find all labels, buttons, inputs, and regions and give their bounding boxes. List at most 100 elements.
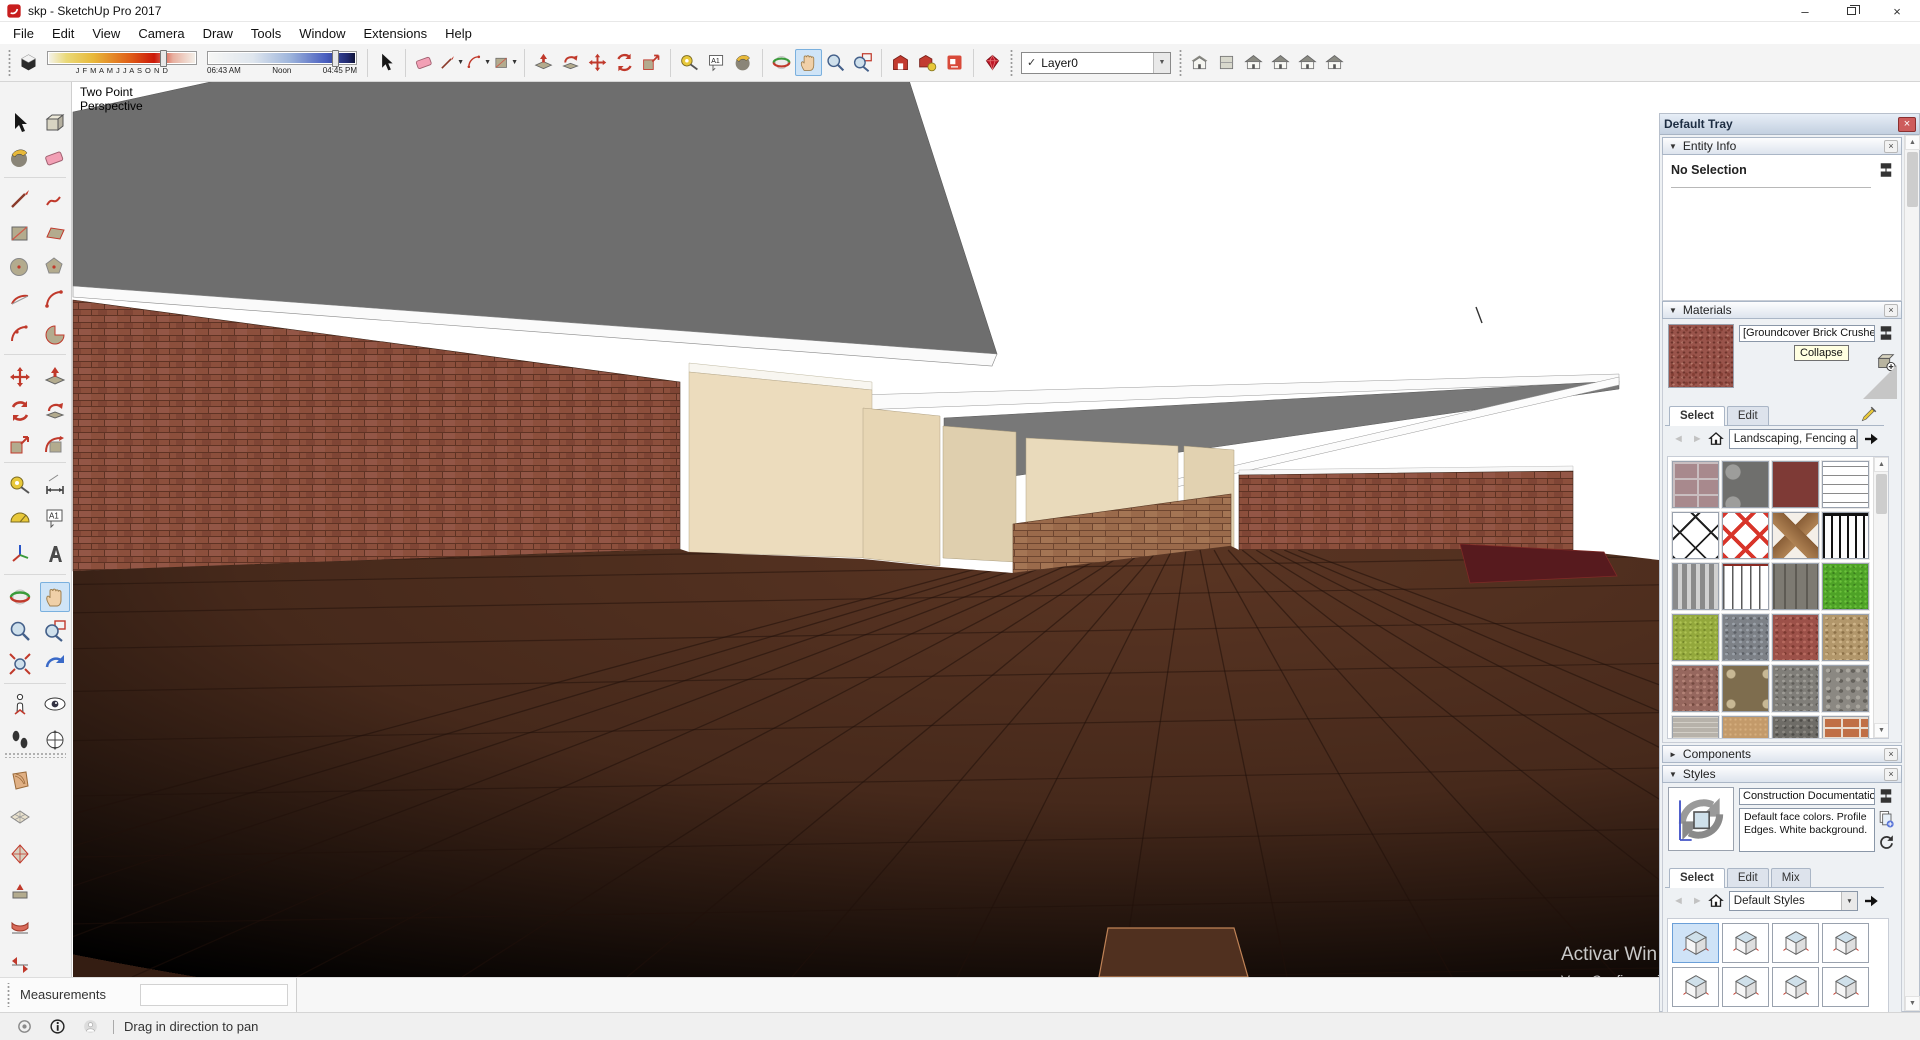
material-swatch-gravel-tan[interactable] (1822, 614, 1869, 661)
stamp-tool[interactable] (5, 876, 35, 906)
details-arrow-icon[interactable] (1862, 892, 1880, 910)
material-swatch-gravel-dark[interactable] (1772, 716, 1819, 739)
forward-arrow-icon[interactable]: ► (1692, 433, 1703, 445)
forward-arrow-icon[interactable]: ► (1692, 895, 1703, 907)
zoom-extents-tool[interactable] (5, 649, 35, 679)
material-swatch-river-pebbles[interactable] (1722, 665, 1769, 712)
sample-paint-swatch[interactable] (1863, 365, 1897, 399)
view-back-button[interactable] (1321, 49, 1348, 76)
tab-select[interactable]: Select (1669, 868, 1725, 888)
style-thumb-6[interactable] (1722, 967, 1769, 1007)
arc-tool[interactable]: ▼ (465, 49, 492, 76)
move-tool[interactable] (584, 49, 611, 76)
menu-item-extensions[interactable]: Extensions (355, 24, 437, 43)
toggle-details-pane-button[interactable] (1877, 161, 1895, 179)
material-swatch-crushed-stone-pink[interactable] (1672, 665, 1719, 712)
dropdown-arrow-icon[interactable]: ▼ (484, 59, 491, 66)
style-thumb-5[interactable] (1672, 967, 1719, 1007)
collapse-triangle-icon[interactable]: ▼ (1669, 142, 1677, 151)
components-header[interactable]: ► Components × (1662, 745, 1902, 763)
view-top-button[interactable] (1213, 49, 1240, 76)
line-tool[interactable] (5, 184, 35, 214)
scroll-down-icon[interactable]: ▼ (1874, 723, 1889, 738)
menu-item-tools[interactable]: Tools (242, 24, 290, 43)
scale-tool[interactable] (5, 430, 35, 460)
tray-title-bar[interactable]: Default Tray × (1660, 114, 1919, 135)
text-tool[interactable] (703, 49, 730, 76)
shadow-date-slider[interactable] (47, 51, 197, 65)
entity-info-header[interactable]: ▼ Entity Info × (1662, 137, 1902, 155)
home-icon[interactable] (1707, 430, 1725, 448)
menu-item-edit[interactable]: Edit (43, 24, 83, 43)
eraser-tool[interactable] (411, 49, 438, 76)
floor-hatch[interactable] (1099, 928, 1248, 977)
menu-item-view[interactable]: View (83, 24, 129, 43)
create-style-button[interactable] (1876, 809, 1896, 829)
scale-tool[interactable] (638, 49, 665, 76)
turn-tool[interactable] (40, 725, 70, 755)
previous-tool[interactable] (40, 649, 70, 679)
material-swatch-cobblestone[interactable] (1722, 461, 1769, 508)
scroll-up-icon[interactable]: ▲ (1905, 135, 1920, 150)
current-material-thumbnail[interactable] (1668, 324, 1734, 388)
tape-measure-tool[interactable] (5, 470, 35, 500)
layers-drag-handle[interactable] (1009, 50, 1014, 76)
menu-item-window[interactable]: Window (290, 24, 354, 43)
line-tool[interactable]: ▼ (438, 49, 465, 76)
cream-pillar[interactable] (863, 408, 940, 566)
walk-tool[interactable] (5, 725, 35, 755)
material-swatch-barbed-wire[interactable] (1822, 461, 1869, 508)
from-scratch-tool[interactable] (5, 802, 35, 832)
components-close-button[interactable]: × (1884, 748, 1898, 761)
claim-credit-icon[interactable] (82, 1018, 99, 1035)
geolocation-icon[interactable] (16, 1018, 33, 1035)
offset-tool[interactable] (40, 430, 70, 460)
materials-header[interactable]: ▼ Materials × (1662, 301, 1902, 319)
3d-text-tool[interactable] (40, 539, 70, 569)
minimize-button[interactable]: – (1782, 0, 1828, 22)
close-button[interactable]: × (1874, 0, 1920, 22)
scroll-down-icon[interactable]: ▼ (1905, 996, 1920, 1011)
rectangle-tool[interactable]: ▼ (492, 49, 519, 76)
collapse-triangle-icon[interactable]: ▼ (1669, 306, 1677, 315)
material-swatch-mulch-light[interactable] (1672, 716, 1719, 739)
follow-me-tool[interactable] (557, 49, 584, 76)
polygon-tool[interactable] (40, 252, 70, 282)
date-slider-handle[interactable] (160, 50, 167, 67)
cream-wall-large[interactable] (689, 372, 872, 558)
layers-dropdown-arrow-icon[interactable]: ▼ (1153, 53, 1170, 73)
follow-me-tool[interactable] (40, 396, 70, 426)
protractor-tool[interactable] (5, 503, 35, 533)
material-swatch-brick-red-solid[interactable] (1772, 461, 1819, 508)
tab-edit[interactable]: Edit (1727, 406, 1769, 425)
from-contours-tool[interactable] (5, 765, 35, 795)
brick-wall-right[interactable] (1239, 471, 1573, 550)
menu-item-draw[interactable]: Draw (194, 24, 242, 43)
push-pull-tool[interactable] (40, 362, 70, 392)
details-arrow-icon[interactable] (1862, 430, 1880, 448)
toggle-details-pane-button[interactable] (1877, 787, 1895, 805)
styles-close-button[interactable]: × (1884, 768, 1898, 781)
orbit-tool[interactable] (5, 582, 35, 612)
2-point-arc-tool[interactable] (5, 285, 35, 315)
style-collection-dropdown[interactable]: Default Styles ▼ (1729, 891, 1858, 911)
current-style-thumbnail[interactable] (1668, 787, 1734, 851)
sandbox-toolbar-drag-handle[interactable] (4, 752, 66, 758)
extension-warehouse-tool[interactable] (941, 49, 968, 76)
eyedropper-icon[interactable] (1860, 405, 1878, 423)
back-arrow-icon[interactable]: ◄ (1673, 433, 1684, 445)
menu-item-file[interactable]: File (4, 24, 43, 43)
model-viewport[interactable]: Two Point Perspective (72, 82, 1659, 977)
swatch-scrollbar[interactable]: ▲ ▼ (1873, 457, 1888, 738)
make-component-tool[interactable] (40, 108, 70, 138)
style-thumb-2[interactable] (1722, 923, 1769, 963)
zoom-window-tool[interactable] (40, 616, 70, 646)
material-swatch-chainlink-fence[interactable] (1672, 512, 1719, 559)
material-swatch-grass-green[interactable] (1822, 563, 1869, 610)
orbit-tool[interactable] (768, 49, 795, 76)
credits-info-icon[interactable] (49, 1018, 66, 1035)
dropdown-arrow-icon[interactable]: ▼ (1841, 892, 1857, 910)
paint-bucket-tool[interactable] (5, 143, 35, 173)
select-tool[interactable] (5, 108, 35, 138)
share-model-tool[interactable] (914, 49, 941, 76)
